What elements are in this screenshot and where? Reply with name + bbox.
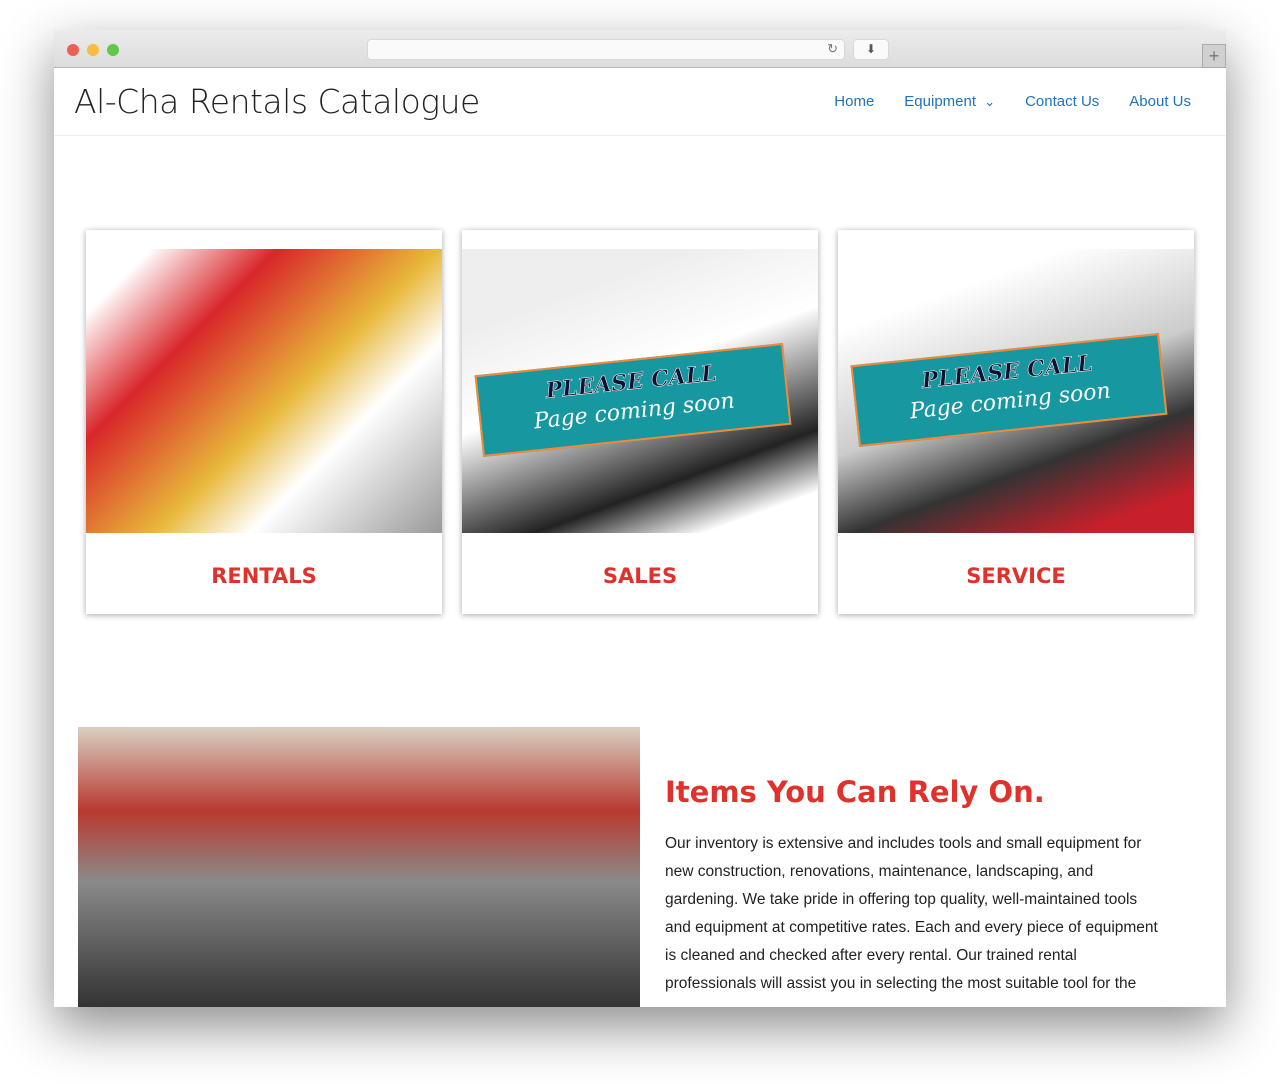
reload-icon[interactable]: ↻: [827, 41, 838, 57]
main-nav: Home Equipment ⌄ Contact Us About Us: [834, 93, 1191, 110]
card-label[interactable]: RENTALS: [86, 564, 442, 588]
nav-home[interactable]: Home: [834, 93, 874, 110]
maximize-window-button[interactable]: [107, 44, 119, 56]
download-icon[interactable]: ⬇: [853, 39, 889, 60]
site-title[interactable]: Al-Cha Rentals Catalogue: [74, 82, 480, 121]
browser-toolbar: ↻ ⬇ +: [54, 30, 1226, 68]
sales-image[interactable]: PLEASE CALL Page coming soon: [462, 249, 818, 533]
service-image[interactable]: PLEASE CALL Page coming soon: [838, 249, 1194, 533]
nav-equipment[interactable]: Equipment ⌄: [904, 93, 995, 110]
close-window-button[interactable]: [67, 44, 79, 56]
rentals-image[interactable]: [86, 249, 442, 533]
card-label[interactable]: SERVICE: [838, 564, 1194, 588]
browser-window: ↻ ⬇ + Al-Cha Rentals Catalogue Home Equi…: [54, 30, 1226, 1007]
plus-icon[interactable]: +: [1202, 44, 1226, 68]
store-photo: [78, 727, 640, 1007]
card-service[interactable]: PLEASE CALL Page coming soon SERVICE: [838, 230, 1194, 614]
section-body: Our inventory is extensive and includes …: [665, 835, 1158, 992]
site-header: Al-Cha Rentals Catalogue Home Equipment …: [54, 68, 1226, 136]
section-heading: Items You Can Rely On.: [665, 775, 1045, 809]
coming-soon-banner: PLEASE CALL Page coming soon: [474, 343, 792, 457]
nav-contact-us[interactable]: Contact Us: [1025, 93, 1099, 110]
nav-equipment-label: Equipment: [904, 93, 977, 110]
minimize-window-button[interactable]: [87, 44, 99, 56]
card-sales[interactable]: PLEASE CALL Page coming soon SALES: [462, 230, 818, 614]
card-rentals[interactable]: RENTALS: [86, 230, 442, 614]
address-bar[interactable]: ↻: [367, 39, 845, 60]
card-label[interactable]: SALES: [462, 564, 818, 588]
coming-soon-banner: PLEASE CALL Page coming soon: [850, 333, 1168, 447]
chevron-down-icon: ⌄: [984, 94, 996, 109]
nav-about-us[interactable]: About Us: [1129, 93, 1191, 110]
